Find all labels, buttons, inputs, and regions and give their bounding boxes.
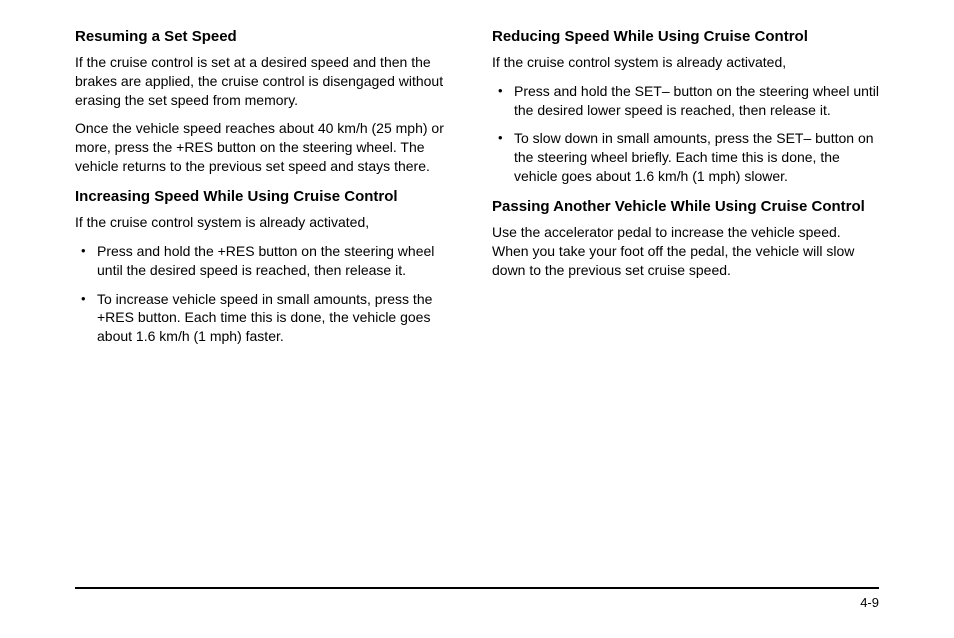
right-column: Reducing Speed While Using Cruise Contro…: [492, 28, 879, 568]
heading-reducing-speed: Reducing Speed While Using Cruise Contro…: [492, 28, 879, 47]
page-footer: 4-9: [75, 587, 879, 610]
paragraph: Once the vehicle speed reaches about 40 …: [75, 119, 462, 176]
paragraph: Use the accelerator pedal to increase th…: [492, 223, 879, 280]
heading-resuming-set-speed: Resuming a Set Speed: [75, 28, 462, 47]
left-column: Resuming a Set Speed If the cruise contr…: [75, 28, 462, 568]
page-content: Resuming a Set Speed If the cruise contr…: [75, 28, 879, 568]
list-item: To increase vehicle speed in small amoun…: [97, 290, 462, 347]
paragraph: If the cruise control system is already …: [75, 213, 462, 232]
list-item: Press and hold the +RES button on the st…: [97, 242, 462, 280]
bullet-list: Press and hold the SET– button on the st…: [492, 82, 879, 186]
heading-passing-vehicle: Passing Another Vehicle While Using Crui…: [492, 198, 879, 217]
page-number: 4-9: [75, 595, 879, 610]
bullet-list: Press and hold the +RES button on the st…: [75, 242, 462, 346]
list-item: Press and hold the SET– button on the st…: [514, 82, 879, 120]
list-item: To slow down in small amounts, press the…: [514, 129, 879, 186]
paragraph: If the cruise control system is already …: [492, 53, 879, 72]
heading-increasing-speed: Increasing Speed While Using Cruise Cont…: [75, 188, 462, 207]
paragraph: If the cruise control is set at a desire…: [75, 53, 462, 110]
footer-divider: [75, 587, 879, 589]
